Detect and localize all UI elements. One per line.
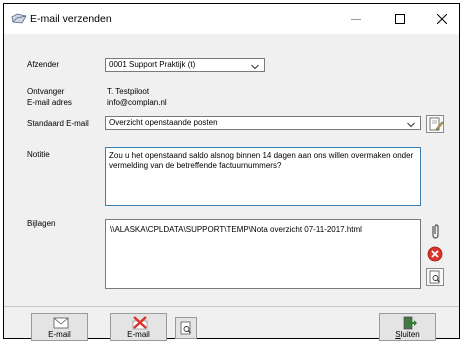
list-item[interactable]: \\ALASKA\CPLDATA\SUPPORT\TEMP\Nota overz… bbox=[110, 225, 362, 234]
standaard-email-label: Standaard E-mail bbox=[27, 119, 89, 128]
afzender-select[interactable]: 0001 Support Praktijk (t) bbox=[105, 58, 265, 72]
send-email-label: E-mail bbox=[48, 330, 71, 339]
cancel-email-label: E-mail bbox=[127, 330, 150, 339]
email-dialog: E-mail verzenden Afzender 0001 Support P… bbox=[3, 3, 460, 341]
maximize-button[interactable] bbox=[380, 4, 420, 34]
email-address-value: info@complan.nl bbox=[107, 98, 167, 107]
title-bar: E-mail verzenden bbox=[4, 4, 459, 34]
afzender-value: 0001 Support Praktijk (t) bbox=[109, 60, 196, 69]
red-x-envelope-icon bbox=[132, 316, 148, 330]
notitie-textarea[interactable]: Zou u het openstaand saldo alsnog binnen… bbox=[105, 147, 421, 206]
cancel-email-button[interactable]: E-mail bbox=[110, 313, 167, 341]
chevron-down-icon bbox=[251, 62, 259, 72]
email-icon bbox=[11, 13, 27, 25]
preview-button[interactable] bbox=[175, 317, 197, 339]
edit-template-button[interactable] bbox=[426, 115, 444, 133]
bijlagen-list[interactable]: \\ALASKA\CPLDATA\SUPPORT\TEMP\Nota overz… bbox=[105, 219, 421, 289]
remove-attachment-button[interactable] bbox=[427, 246, 443, 262]
sluiten-button[interactable]: Sluiten bbox=[379, 313, 436, 341]
divider bbox=[4, 306, 459, 307]
email-address-label: E-mail adres bbox=[27, 98, 72, 107]
afzender-label: Afzender bbox=[27, 60, 60, 69]
ontvanger-value: T. Testpiloot bbox=[107, 87, 150, 96]
standaard-email-value: Overzicht openstaande posten bbox=[109, 118, 218, 127]
ontvanger-label: Ontvanger bbox=[27, 87, 65, 96]
sluiten-label: Sluiten bbox=[395, 330, 420, 339]
notitie-text: Zou u het openstaand saldo alsnog binnen… bbox=[109, 151, 416, 170]
window-title: E-mail verzenden bbox=[30, 13, 112, 25]
standaard-email-select[interactable]: Overzicht openstaande posten bbox=[105, 116, 421, 130]
envelope-icon bbox=[53, 317, 69, 329]
add-attachment-button[interactable] bbox=[427, 223, 443, 239]
chevron-down-icon bbox=[407, 120, 415, 130]
minimize-button[interactable] bbox=[336, 4, 376, 34]
send-email-button[interactable]: E-mail bbox=[31, 313, 88, 341]
exit-door-icon bbox=[403, 316, 417, 330]
magnifier-document-icon bbox=[180, 321, 191, 335]
bijlagen-label: Bijlagen bbox=[27, 219, 56, 228]
preview-attachment-button[interactable] bbox=[426, 268, 444, 286]
notitie-label: Notitie bbox=[27, 150, 50, 159]
close-button[interactable] bbox=[422, 4, 462, 34]
